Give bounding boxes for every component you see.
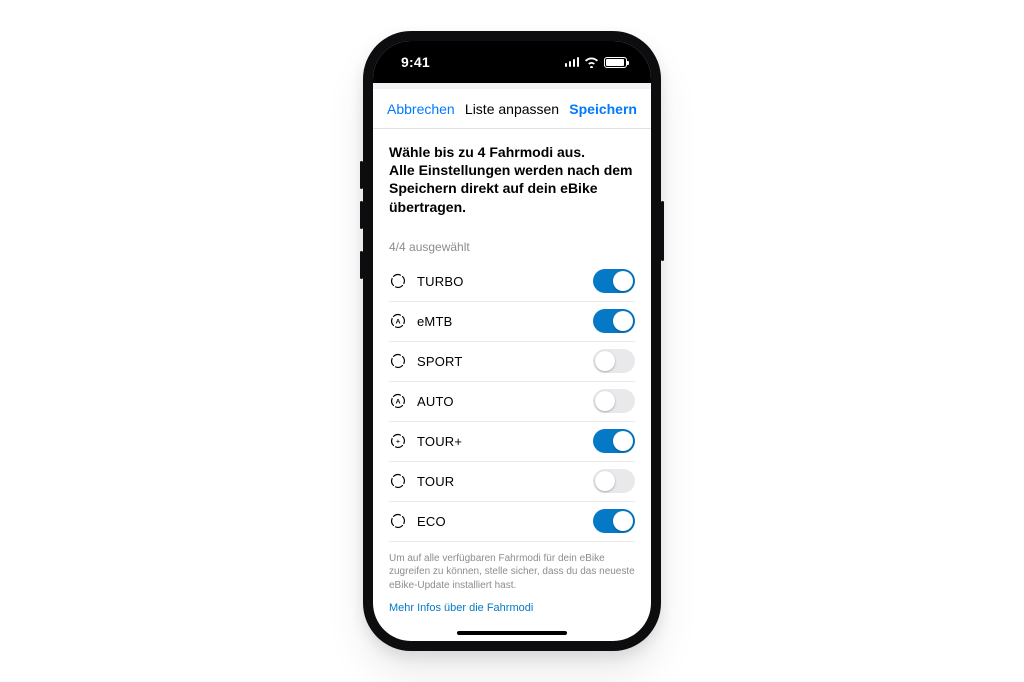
canvas: 9:41 Abbrechen Liste anpassen Speichern … <box>0 0 1024 682</box>
mode-row-left: SPORT <box>389 352 463 370</box>
svg-text:A: A <box>396 319 401 326</box>
status-bar: 9:41 <box>373 41 651 83</box>
tour-mode-icon <box>389 472 407 490</box>
toggle-knob <box>595 471 615 491</box>
selection-counter: 4/4 ausgewählt <box>389 240 635 254</box>
mode-row-left: A AUTO <box>389 392 454 410</box>
mode-row-eco: ECO <box>389 502 635 542</box>
mode-label: TOUR <box>417 474 454 489</box>
eco-mode-icon <box>389 512 407 530</box>
toggle-knob <box>613 431 633 451</box>
mode-label: TURBO <box>417 274 464 289</box>
tourplus-toggle[interactable] <box>593 429 635 453</box>
mode-label: AUTO <box>417 394 454 409</box>
update-footnote: Um auf alle verfügbaren Fahrmodi für dei… <box>389 552 635 593</box>
mode-row-auto: A AUTO <box>389 382 635 422</box>
wifi-icon <box>584 57 599 68</box>
mode-row-left: TOUR <box>389 472 454 490</box>
eco-toggle[interactable] <box>593 509 635 533</box>
battery-icon <box>604 57 627 68</box>
mode-row-left: AeMTB <box>389 312 452 330</box>
cancel-button[interactable]: Abbrechen <box>387 101 455 117</box>
tourplus-mode-icon: + <box>389 432 407 450</box>
mode-row-sport: SPORT <box>389 342 635 382</box>
sheet-content: Wähle bis zu 4 Fahrmodi aus.Alle Einstel… <box>373 129 651 641</box>
auto-mode-icon: A <box>389 392 407 410</box>
mode-row-emtb: AeMTB <box>389 302 635 342</box>
turbo-toggle[interactable] <box>593 269 635 293</box>
mode-label: ECO <box>417 514 446 529</box>
mode-row-left: + TOUR+ <box>389 432 462 450</box>
svg-text:A: A <box>396 399 401 406</box>
mode-label: SPORT <box>417 354 463 369</box>
home-indicator <box>457 631 567 635</box>
toggle-knob <box>613 311 633 331</box>
mode-row-left: ECO <box>389 512 446 530</box>
sheet-header: Abbrechen Liste anpassen Speichern <box>373 89 651 129</box>
mode-row-left: TURBO <box>389 272 464 290</box>
mode-row-tourplus: + TOUR+ <box>389 422 635 462</box>
sport-mode-icon <box>389 352 407 370</box>
learn-more-link[interactable]: Mehr Infos über die Fahrmodi <box>389 602 533 614</box>
cellular-icon <box>565 57 580 67</box>
notch <box>457 41 567 67</box>
toggle-knob <box>613 271 633 291</box>
mode-row-tour: TOUR <box>389 462 635 502</box>
phone-frame: 9:41 Abbrechen Liste anpassen Speichern … <box>363 31 661 651</box>
status-time: 9:41 <box>401 54 430 70</box>
turbo-mode-icon <box>389 272 407 290</box>
auto-toggle[interactable] <box>593 389 635 413</box>
svg-text:+: + <box>396 439 400 446</box>
tour-toggle[interactable] <box>593 469 635 493</box>
toggle-knob <box>613 511 633 531</box>
mode-label: eMTB <box>417 314 452 329</box>
sport-toggle[interactable] <box>593 349 635 373</box>
save-button[interactable]: Speichern <box>569 101 637 117</box>
status-right <box>565 57 628 68</box>
mode-row-turbo: TURBO <box>389 262 635 302</box>
toggle-knob <box>595 351 615 371</box>
emtb-mode-icon: A <box>389 312 407 330</box>
sheet-title: Liste anpassen <box>465 101 559 117</box>
phone-screen: 9:41 Abbrechen Liste anpassen Speichern … <box>373 41 651 641</box>
mode-label: TOUR+ <box>417 434 462 449</box>
mode-list: TURBO AeMTB SPORT A AUTO + TOUR+ TOUR ECO <box>389 262 635 542</box>
instruction-headline: Wähle bis zu 4 Fahrmodi aus.Alle Einstel… <box>389 143 635 216</box>
emtb-toggle[interactable] <box>593 309 635 333</box>
toggle-knob <box>595 391 615 411</box>
